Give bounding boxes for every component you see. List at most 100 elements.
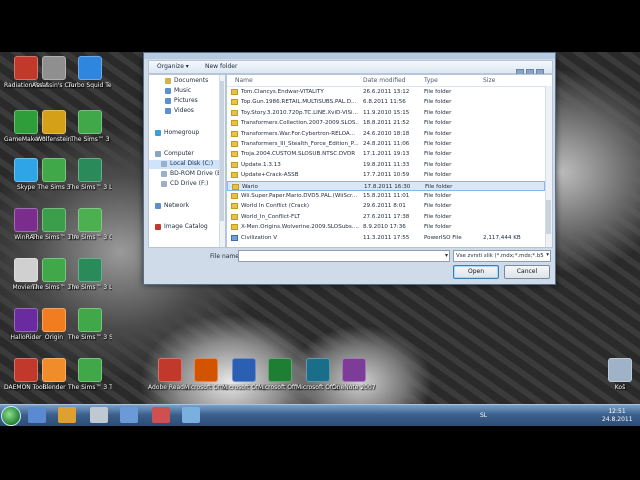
file-date: 17.7.2011 10:59 bbox=[363, 172, 410, 179]
nav-scrollbar[interactable] bbox=[219, 75, 225, 247]
taskbar-app-button[interactable] bbox=[120, 407, 138, 423]
app-icon bbox=[78, 110, 102, 134]
app-icon bbox=[42, 258, 66, 282]
nav-item[interactable]: Local Disk (C:) bbox=[149, 160, 225, 169]
taskbar-app-button[interactable] bbox=[182, 407, 200, 423]
file-row[interactable]: Tom.Clancys.Endwar-VITALITY 26.6.2011 13:… bbox=[227, 87, 545, 97]
taskbar-app-button[interactable] bbox=[90, 407, 108, 423]
desktop-icon[interactable]: The Sims™ 3 Late Night bbox=[68, 258, 112, 291]
cancel-button[interactable]: Cancel bbox=[504, 265, 550, 279]
desktop-icon[interactable]: The Sims™ 3 Late Night bbox=[68, 158, 112, 191]
file-date: 19.8.2011 11:33 bbox=[363, 161, 410, 168]
file-type-select[interactable]: Vse zvrsti slik (*.mdx;*.mds;*.b5 ▾ bbox=[453, 250, 551, 262]
nav-item[interactable]: Network bbox=[149, 202, 225, 211]
file-row[interactable]: Troja.2004.CUSTOM.SLOSUB.NTSC.DVDR 17.1.2… bbox=[227, 149, 545, 159]
column-name[interactable]: Name bbox=[235, 77, 253, 84]
file-row[interactable]: World_In_Conflict-FLT 27.6.2011 17:38 File… bbox=[227, 212, 545, 222]
file-date: 6.8.2011 11:56 bbox=[363, 99, 406, 106]
file-type: File folder bbox=[424, 161, 452, 168]
nav-item[interactable]: Image Catalog bbox=[149, 223, 225, 232]
desktop-icon-label: The Sims™ 3 Town Life bbox=[68, 384, 112, 391]
file-row[interactable]: Update.1.3.13 19.8.2011 11:33 File folder bbox=[227, 160, 545, 170]
chevron-down-icon[interactable]: ▾ bbox=[546, 252, 549, 258]
file-name: Transformers.War.For.Cybertron-RELOA... bbox=[241, 130, 355, 137]
file-date: 26.6.2011 13:12 bbox=[363, 89, 410, 95]
file-row[interactable]: Wario 17.8.2011 16:30 File folder bbox=[227, 180, 545, 191]
view-options bbox=[514, 62, 548, 77]
new-folder-button[interactable]: New folder bbox=[201, 62, 241, 71]
column-size[interactable]: Size bbox=[483, 77, 495, 84]
folder-icon bbox=[231, 141, 238, 147]
nav-item[interactable]: BD-ROM Drive (E bbox=[149, 170, 225, 179]
open-button[interactable]: Open bbox=[453, 265, 499, 279]
app-icon bbox=[608, 358, 632, 382]
nav-item-label: Documents bbox=[174, 77, 209, 84]
file-name: Wario bbox=[242, 183, 258, 190]
nav-item-label: Local Disk (C:) bbox=[170, 160, 214, 167]
nav-item[interactable]: Music bbox=[149, 87, 225, 96]
desktop-icon[interactable]: Turbo Squid Tentacles bbox=[68, 56, 112, 89]
nav-scroll-thumb[interactable] bbox=[220, 81, 224, 221]
file-name: Update+Crack-ASSB bbox=[241, 172, 299, 179]
file-list-scrollbar[interactable] bbox=[545, 86, 552, 247]
column-type[interactable]: Type bbox=[424, 77, 438, 84]
dialog-titlebar bbox=[144, 53, 555, 59]
folder-icon bbox=[231, 120, 238, 127]
file-type: PowerISO File bbox=[424, 234, 462, 241]
clock[interactable]: 12:51 24.8.2011 bbox=[602, 408, 633, 424]
nav-item[interactable]: Documents bbox=[149, 77, 225, 86]
file-name-input[interactable]: ▾ bbox=[238, 250, 450, 262]
file-name-label: File name: bbox=[210, 253, 241, 260]
file-row[interactable]: Wii.Super.Paper.Mario.DVD5.PAL.(WiiScr..… bbox=[227, 191, 545, 201]
file-date: 11.3.2011 17:55 bbox=[363, 234, 410, 241]
folder-icon bbox=[231, 130, 238, 137]
file-date: 29.6.2011 8:01 bbox=[363, 203, 406, 210]
file-row[interactable]: Transformers_III_Stealth_Force_Edition_P… bbox=[227, 139, 545, 149]
dialog-toolbar: Organize ▾ New folder bbox=[148, 60, 553, 77]
start-button[interactable] bbox=[1, 406, 21, 426]
desktop-icon[interactable]: The Sims™ 3 Town Life bbox=[68, 358, 112, 391]
file-row[interactable]: Civilization V 11.3.2011 17:55 PowerISO Fi… bbox=[227, 233, 545, 243]
location-icon bbox=[155, 202, 161, 209]
file-row[interactable]: Top.Gun.1986.RETAIL.MULTiSUBS.PAL.D... 6.… bbox=[227, 97, 545, 107]
taskbar-app-button[interactable] bbox=[152, 407, 170, 423]
language-indicator[interactable]: SL bbox=[480, 412, 487, 419]
file-date: 17.8.2011 16:30 bbox=[364, 183, 411, 190]
chevron-down-icon[interactable]: ▾ bbox=[445, 252, 448, 259]
file-scroll-thumb[interactable] bbox=[546, 200, 551, 234]
file-date: 24.8.2011 11:06 bbox=[363, 141, 410, 147]
taskbar: SL 12:51 24.8.2011 bbox=[0, 404, 640, 427]
file-type-value: Vse zvrsti slik (*.mdx;*.mds;*.b5 bbox=[456, 253, 544, 259]
nav-item[interactable]: Computer bbox=[149, 150, 225, 159]
file-row[interactable]: X-Men.Origins.Wolverine.2009.SLOSubs....… bbox=[227, 222, 545, 232]
organize-button[interactable]: Organize ▾ bbox=[153, 62, 193, 71]
nav-item[interactable]: Homegroup bbox=[149, 129, 225, 138]
file-row[interactable]: Toy.Story.3.2010.720p.TC.LINE.XviD-VISi.… bbox=[227, 108, 545, 118]
location-icon bbox=[161, 180, 167, 187]
file-row[interactable]: Transformers.Collection.2007-2009.SLOS..… bbox=[227, 118, 545, 128]
app-icon bbox=[78, 158, 102, 182]
desktop-icon[interactable]: Koš bbox=[598, 358, 640, 391]
nav-item[interactable]: Pictures bbox=[149, 97, 225, 106]
location-icon bbox=[165, 107, 171, 114]
file-name: Tom.Clancys.Endwar-VITALITY bbox=[241, 89, 324, 95]
taskbar-app-button[interactable] bbox=[28, 407, 46, 423]
file-name: Transformers_III_Stealth_Force_Edition_P… bbox=[241, 141, 359, 147]
nav-item[interactable]: CD Drive (F:) bbox=[149, 180, 225, 189]
letterbox-bottom bbox=[0, 426, 640, 480]
screen: Radiation Rel ReAssassin's Creed BTurbo … bbox=[0, 0, 640, 480]
folder-icon bbox=[231, 161, 238, 168]
desktop-icon[interactable]: The Sims™ 3 Generations bbox=[68, 208, 112, 241]
taskbar-app-button[interactable] bbox=[58, 407, 76, 423]
file-row[interactable]: World In Conflict (Crack) 29.6.2011 8:01 F… bbox=[227, 201, 545, 211]
desktop-icon[interactable]: OneNote 2007 Scre... bbox=[332, 358, 376, 391]
file-type: File folder bbox=[424, 89, 452, 95]
nav-item[interactable]: Videos bbox=[149, 107, 225, 116]
file-row[interactable]: Transformers.War.For.Cybertron-RELOA... 2… bbox=[227, 129, 545, 139]
nav-item-label: CD Drive (F:) bbox=[170, 180, 209, 187]
file-row[interactable]: Update+Crack-ASSB 17.7.2011 10:59 File fol… bbox=[227, 170, 545, 180]
desktop-icon[interactable]: The Sims™ 3 bbox=[68, 110, 112, 143]
desktop-icon[interactable]: The Sims™ 3 Showtime bbox=[68, 308, 112, 341]
column-date-modified[interactable]: Date modified bbox=[363, 77, 406, 84]
file-date: 27.6.2011 17:38 bbox=[363, 213, 410, 220]
